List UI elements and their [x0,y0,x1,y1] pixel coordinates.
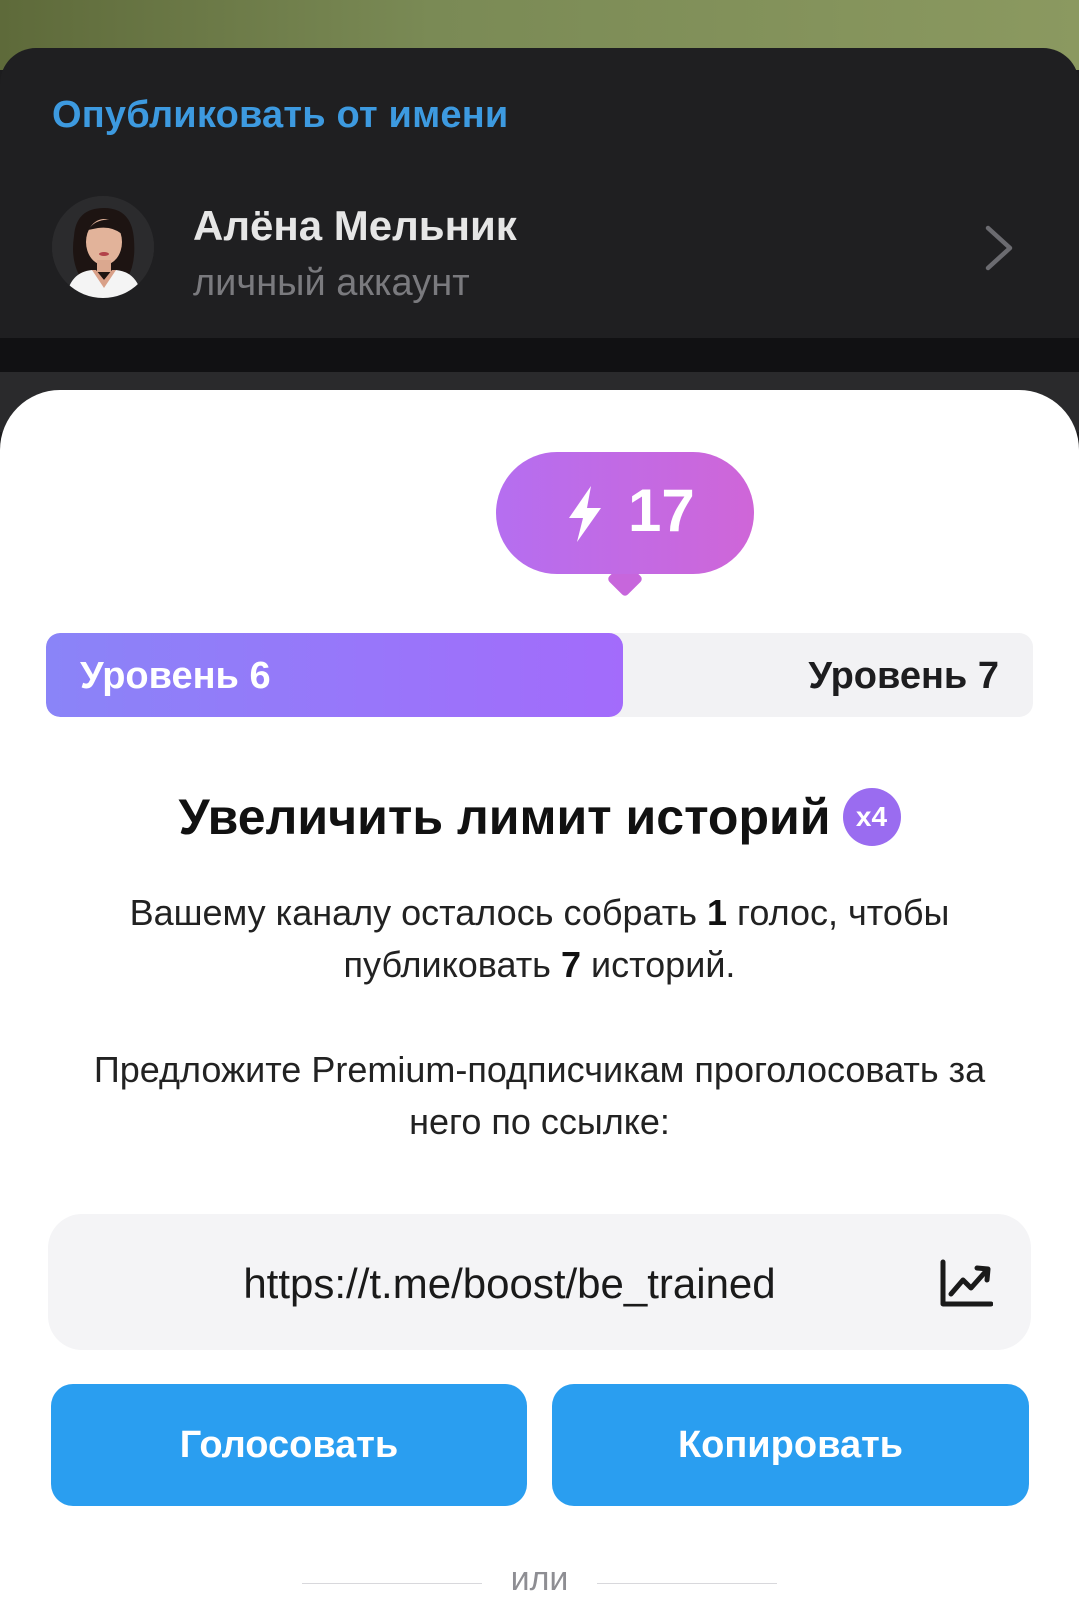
account-name: Алёна Мельник [193,202,517,249]
stories-count: 7 [560,944,581,985]
lightning-bolt-icon [563,484,607,544]
votes-needed: 1 [707,892,728,933]
current-level-label: Уровень 6 [80,655,271,697]
feature-title: Увеличить лимит историй [178,789,831,845]
account-type: личный аккаунт [193,262,470,304]
feature-title-row: Увеличить лимит историй x4 [0,788,1079,846]
statistics-icon[interactable] [939,1258,994,1308]
description-text: Вашему каналу осталось собрать [129,892,708,933]
multiplier-badge: x4 [842,788,901,846]
panel-divider [0,338,1079,372]
chevron-right-icon [980,222,1020,274]
boost-count: 17 [628,477,695,544]
boost-link-url[interactable]: https://t.me/boost/be_trained [48,1260,1031,1308]
boost-link-field[interactable]: https://t.me/boost/be_trained [48,1214,1031,1350]
or-divider: или [0,1560,1079,1599]
account-selector-row[interactable]: Алёна Мельник личный аккаунт [0,180,1079,330]
invite-text: Предложите Premium-подписчикам проголосо… [93,1049,986,1142]
vote-button[interactable]: Голосовать [51,1384,527,1506]
boost-count-bubble [496,452,754,574]
publish-as-heading: Опубликовать от имени [52,94,509,136]
avatar [52,196,154,298]
copy-link-button[interactable]: Копировать [552,1384,1029,1506]
next-level-label: Уровень 7 [808,655,999,697]
or-label: или [488,1560,591,1598]
feature-description: Вашему каналу осталось собрать 1 голос, … [80,887,999,991]
description-text: историй. [580,944,736,985]
